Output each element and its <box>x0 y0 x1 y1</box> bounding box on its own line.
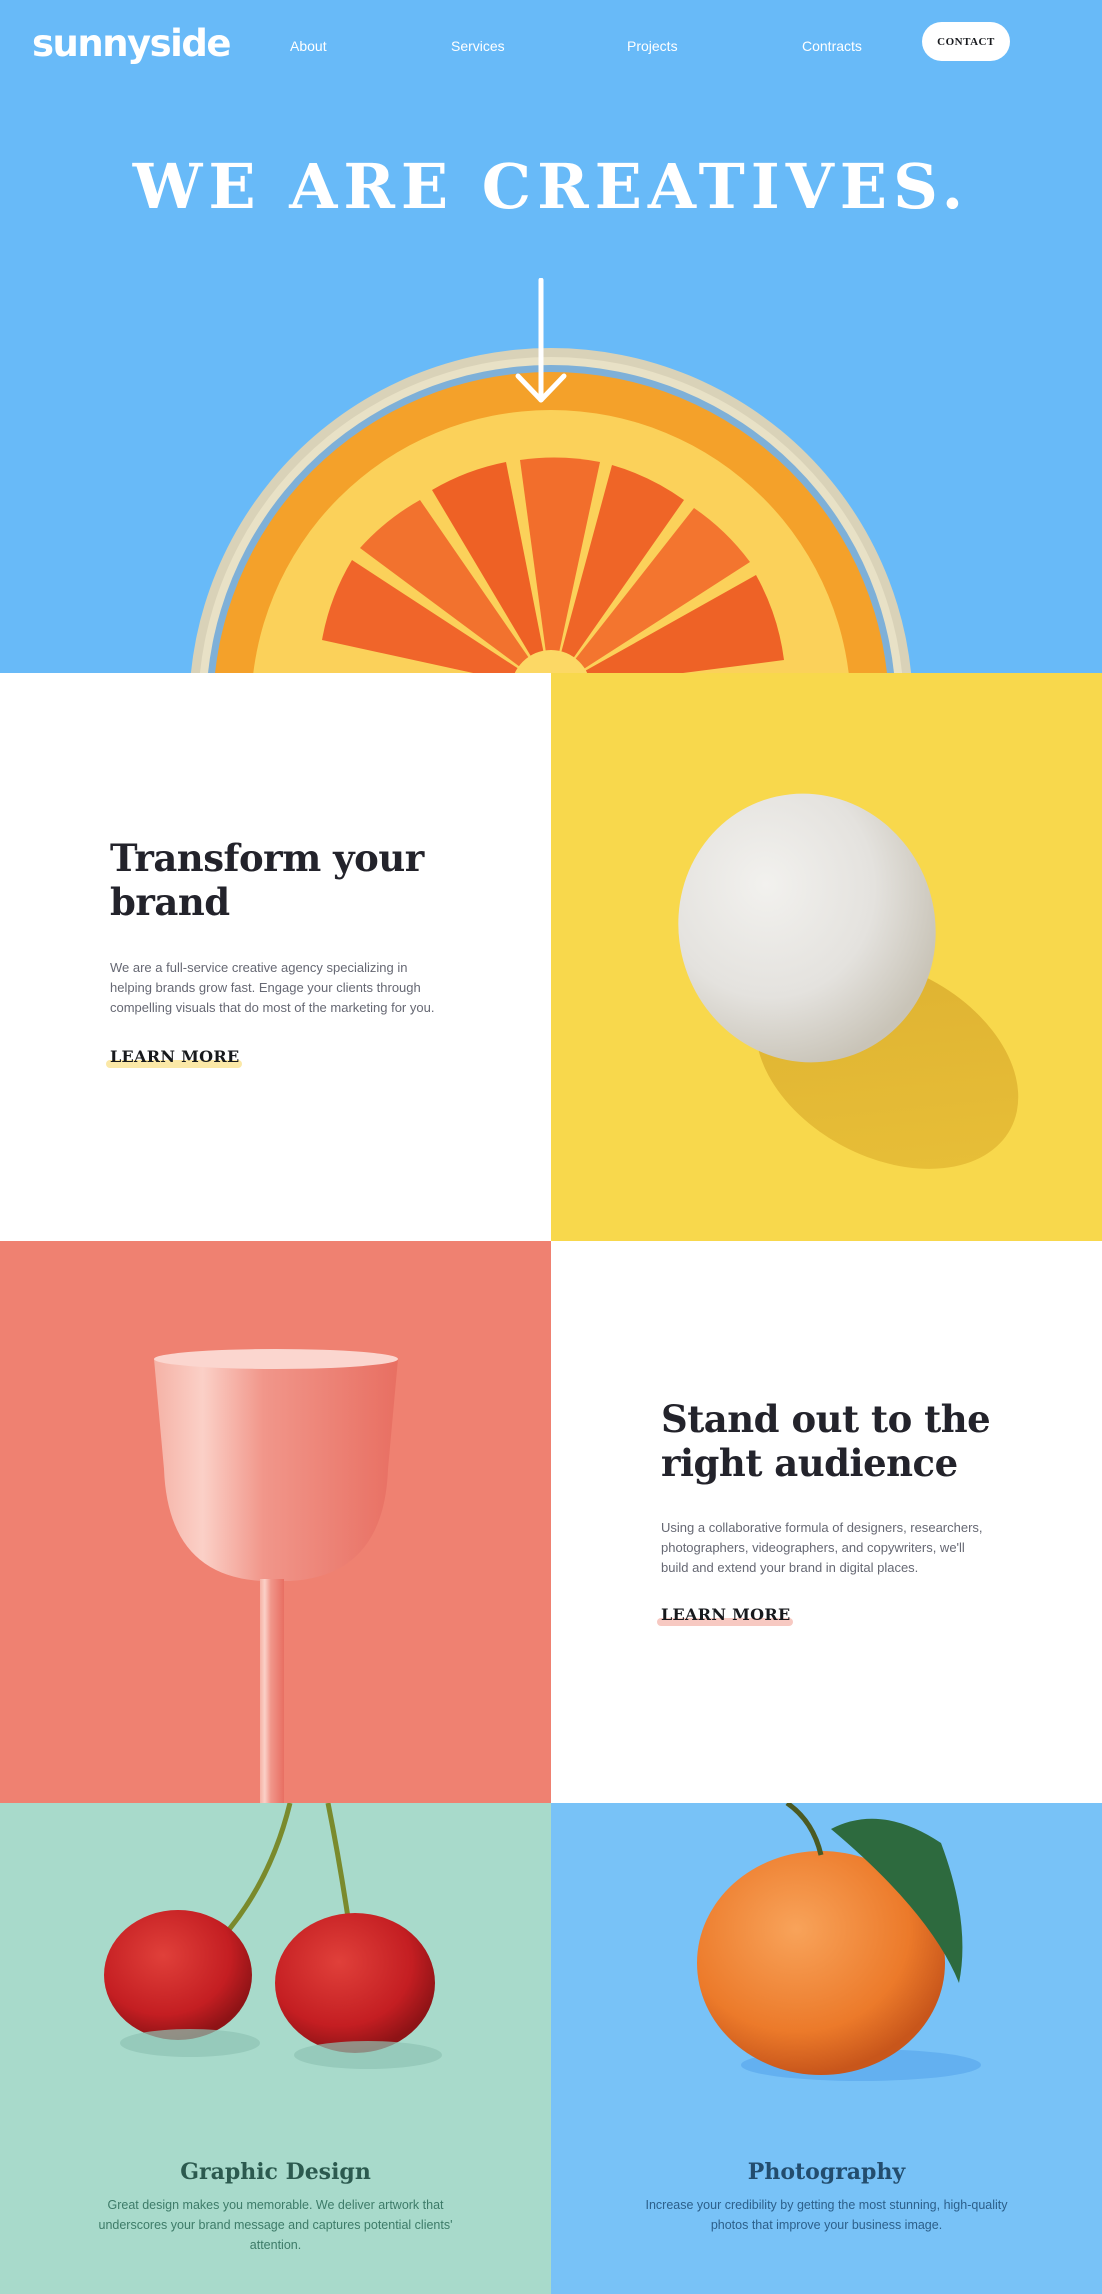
graphic-design-description: Great design makes you memorable. We del… <box>72 2195 479 2255</box>
glass-image <box>0 1241 551 1803</box>
graphic-design-card: Graphic Design Great design makes you me… <box>0 1803 551 2294</box>
graphic-design-title: Graphic Design <box>180 2159 371 2185</box>
egg-image <box>551 673 1102 1241</box>
hero-section: sunnyside About Services Projects Contra… <box>0 0 1102 673</box>
transform-section: Transform your brand We are a full-servi… <box>0 673 551 1241</box>
nav-services[interactable]: Services <box>451 38 505 54</box>
transform-heading: Transform your brand <box>110 836 424 924</box>
glass-illustration <box>154 1349 398 1803</box>
transform-heading-line2: brand <box>110 880 230 924</box>
standout-learn-more-link[interactable]: LEARN MORE <box>661 1605 791 1624</box>
cherries-image <box>104 1803 442 2069</box>
transform-learn-more-link[interactable]: LEARN MORE <box>110 1047 240 1066</box>
transform-body: We are a full-service creative agency sp… <box>110 958 470 1018</box>
egg-illustration <box>678 793 1019 1169</box>
nav-contracts[interactable]: Contracts <box>802 38 862 54</box>
photography-card: Photography Increase your credibility by… <box>551 1803 1102 2294</box>
graphic-design-desc-line1: Great design makes you memorable. We del… <box>107 2198 444 2212</box>
transform-body-line1: We are a full-service creative agency sp… <box>110 960 408 975</box>
transform-body-line2: helping brands grow fast. Engage your cl… <box>110 980 421 995</box>
standout-heading: Stand out to the right audience <box>661 1397 991 1485</box>
contact-button[interactable]: CONTACT <box>922 22 1010 61</box>
photography-title: Photography <box>747 2159 906 2185</box>
photography-desc-line2: photos that improve your business image. <box>710 2218 943 2232</box>
standout-heading-line2: right audience <box>661 1441 958 1485</box>
transform-body-line3: compelling visuals that do most of the m… <box>110 1000 435 1015</box>
graphic-design-desc-line3: attention. <box>249 2238 302 2252</box>
standout-section: Stand out to the right audience Using a … <box>551 1241 1102 1803</box>
standout-body-line2: photographers, videographers, and copywr… <box>661 1540 965 1555</box>
standout-body-line3: build and extend your brand in digital p… <box>661 1560 919 1575</box>
logo[interactable]: sunnyside <box>32 22 231 65</box>
transform-heading-line1: Transform your <box>110 836 424 880</box>
standout-body: Using a collaborative formula of designe… <box>661 1518 1021 1578</box>
photography-desc-line1: Increase your credibility by getting the… <box>645 2198 1008 2212</box>
hero-title: WE ARE CREATIVES. <box>132 150 970 223</box>
arrow-down-icon[interactable] <box>512 278 570 408</box>
standout-heading-line1: Stand out to the <box>661 1397 991 1441</box>
photography-description: Increase your credibility by getting the… <box>623 2195 1030 2235</box>
orange-image <box>697 1803 981 2081</box>
standout-body-line1: Using a collaborative formula of designe… <box>661 1520 983 1535</box>
nav-projects[interactable]: Projects <box>627 38 678 54</box>
graphic-design-desc-line2: underscores your brand message and captu… <box>98 2218 453 2232</box>
nav-about[interactable]: About <box>290 38 327 54</box>
